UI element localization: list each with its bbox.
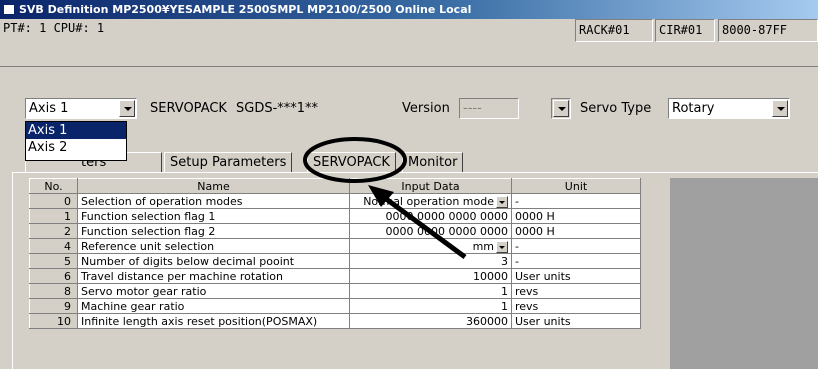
annotation-overlay (303, 137, 467, 260)
svb-definition-window: SVB Definition MP2500¥YESAMPLE 2500SMPL … (0, 0, 818, 369)
highlight-ellipse (303, 137, 407, 183)
pointer-arrow-shaft (376, 190, 467, 260)
